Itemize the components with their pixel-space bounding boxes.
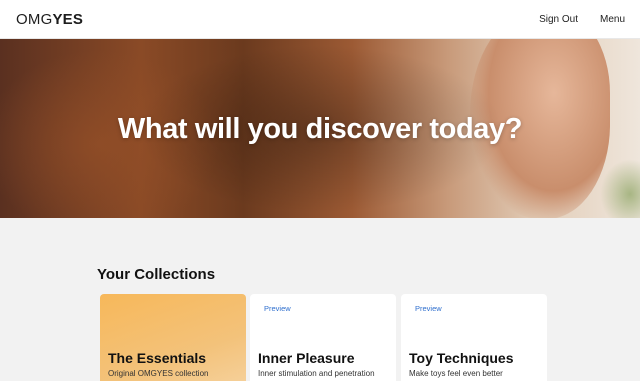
collection-card-subtitle: Original OMGYES collection xyxy=(108,369,209,378)
header-nav: Sign Out Menu xyxy=(539,14,625,25)
omgyes-logo[interactable]: OMGYES xyxy=(16,11,83,28)
collection-card-title: Toy Techniques xyxy=(409,350,514,366)
top-navigation-bar: OMGYES Sign Out Menu xyxy=(0,0,640,39)
hero-heading: What will you discover today? xyxy=(117,113,523,145)
collection-card-inner-pleasure[interactable]: Preview Inner Pleasure Inner stimulation… xyxy=(250,294,396,381)
collection-card-toy-techniques[interactable]: Preview Toy Techniques Make toys feel ev… xyxy=(401,294,547,381)
collection-card-title: The Essentials xyxy=(108,350,207,366)
logo-text-light: OMG xyxy=(16,10,53,28)
preview-badge: Preview xyxy=(264,304,291,313)
collection-card-the-essentials[interactable]: The Essentials Original OMGYES collectio… xyxy=(100,294,246,381)
collection-card-subtitle: Inner stimulation and penetration xyxy=(258,369,375,378)
hero-banner: What will you discover today? xyxy=(0,39,640,218)
collection-card-subtitle: Make toys feel even better xyxy=(409,369,503,378)
preview-badge: Preview xyxy=(415,304,442,313)
collection-card-title: Inner Pleasure xyxy=(258,350,355,366)
logo-text-bold: YES xyxy=(52,10,84,28)
sign-out-link[interactable]: Sign Out xyxy=(539,14,578,25)
menu-link[interactable]: Menu xyxy=(600,14,625,25)
collections-title: Your Collections xyxy=(97,266,216,283)
